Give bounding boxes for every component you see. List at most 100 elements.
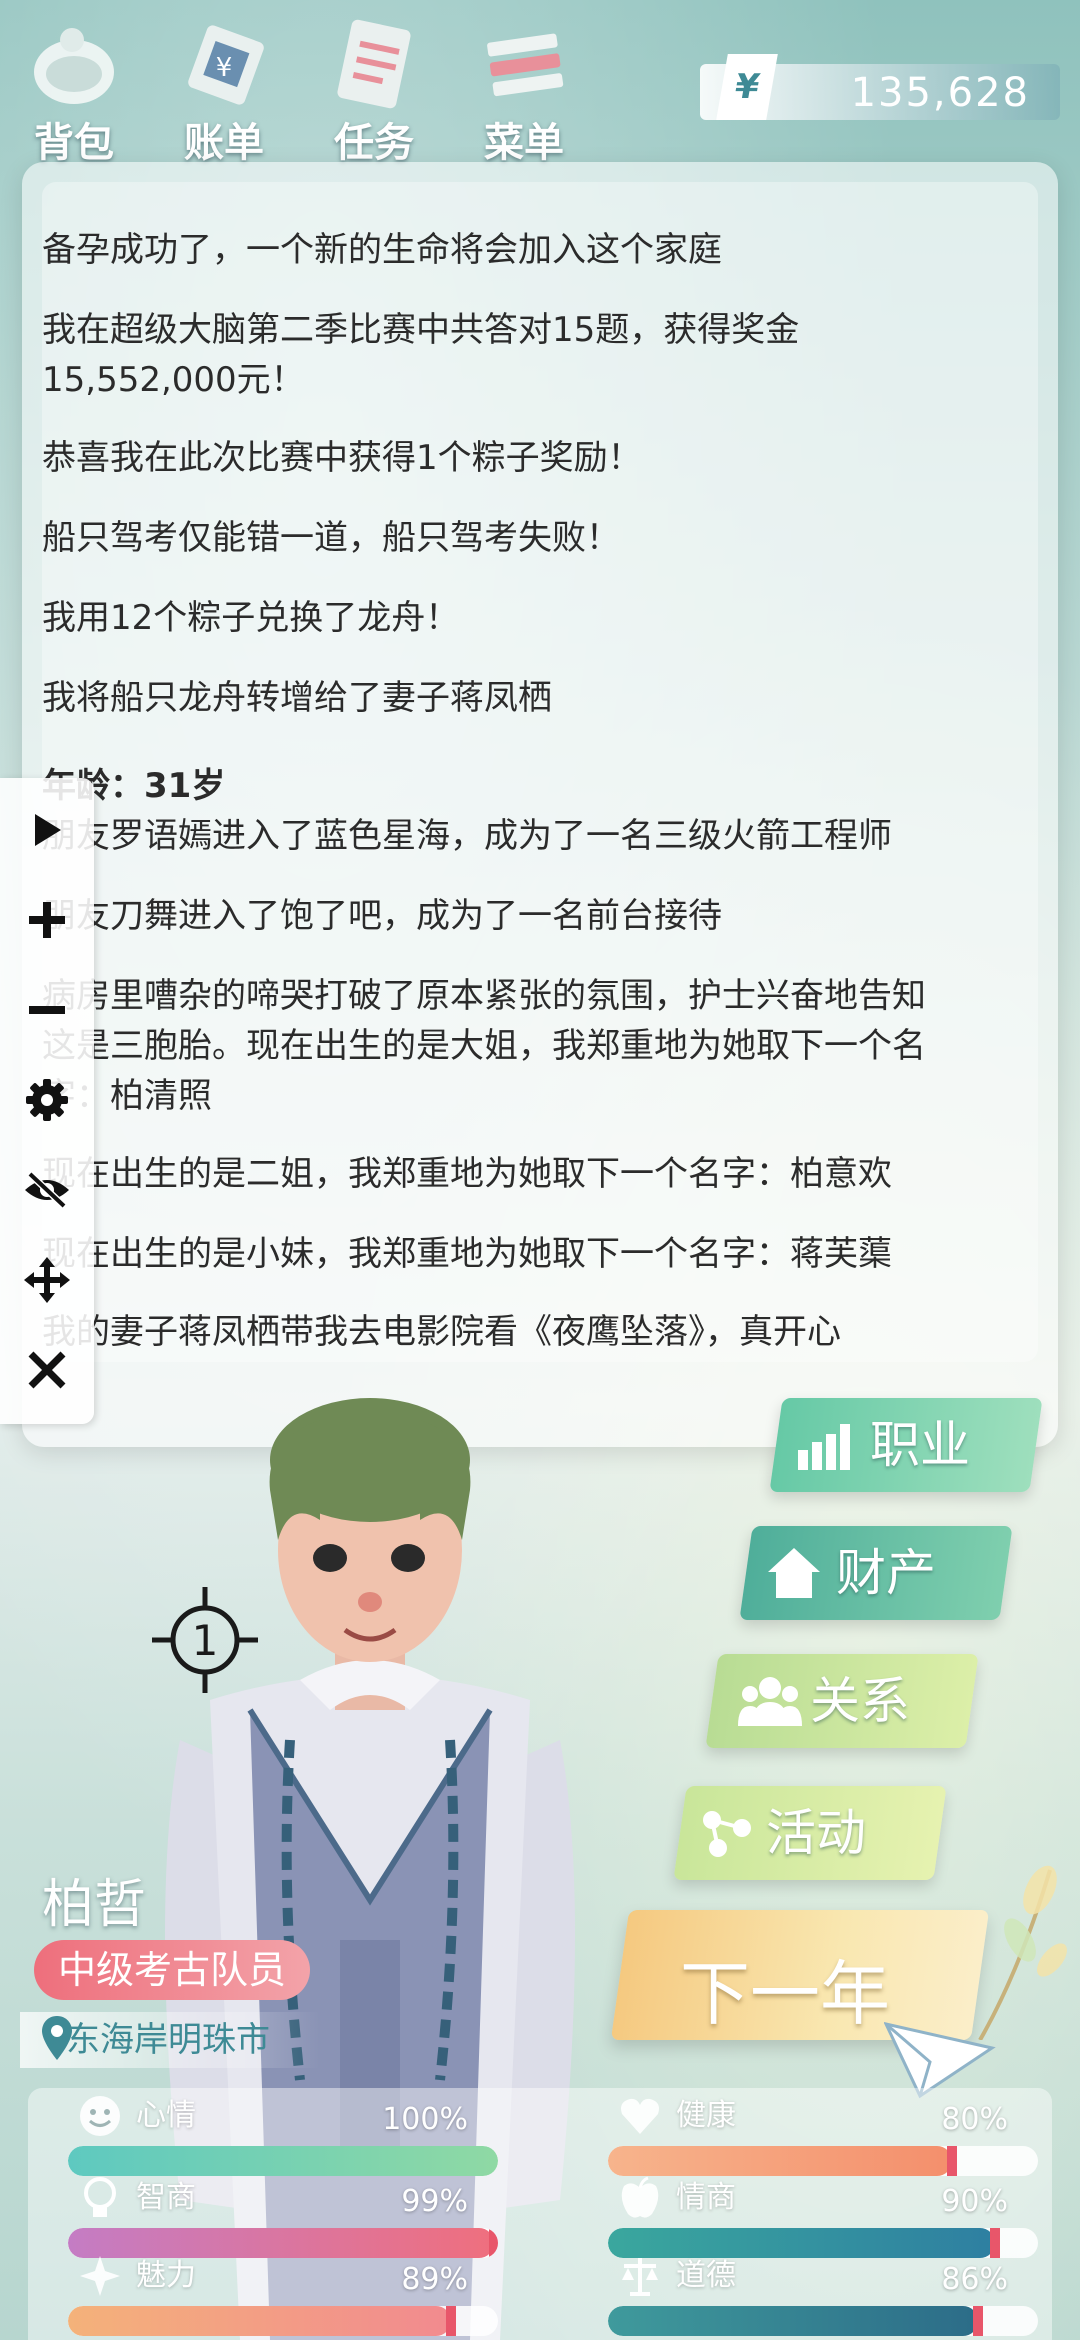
stat-morality-fill <box>608 2306 978 2336</box>
nav-menu-label: 菜单 <box>484 120 564 166</box>
stats-panel: 心情 100% 健康 80% 智商 99% 情商 90% 魅力 89% 道德 8… <box>28 2088 1052 2340</box>
bulb-icon <box>84 2177 116 2217</box>
assets-label: 财产 <box>836 1544 936 1602</box>
log-line: 我在超级大脑第二季比赛中共答对15题，获得奖金 <box>42 310 800 350</box>
people-icon <box>738 1677 802 1726</box>
top-nav: 背包 ¥ 账单 任务 菜单 ¥ 135,628 <box>0 0 1080 166</box>
floating-toolbar <box>0 778 94 1424</box>
leaf-decoration <box>978 1865 1067 2040</box>
stat-eq: 情商 90% <box>578 2176 1038 2258</box>
smile-icon <box>80 2096 120 2136</box>
career-label: 职业 <box>870 1416 970 1474</box>
nav-task-button[interactable]: 任务 <box>304 14 444 166</box>
play-icon <box>35 814 61 846</box>
nav-bag-label: 背包 <box>34 120 114 166</box>
money-display: ¥ 135,628 <box>700 54 1060 120</box>
stat-morality-name: 道德 <box>676 2258 736 2293</box>
activity-icon <box>703 1811 751 1857</box>
log-line: 朋友刀舞进入了饱了吧，成为了一名前台接待 <box>42 896 722 936</box>
log-line: 现在出生的是小妹，我郑重地为她取下一个名字：蒋芙蕖 <box>42 1234 892 1274</box>
stat-morality: 道德 86% <box>578 2254 1038 2336</box>
bill-icon: ¥ <box>188 25 264 105</box>
nav-menu-button[interactable]: 菜单 <box>454 14 594 166</box>
stat-eq-value: 90% <box>941 2184 1008 2219</box>
log-line: 朋友罗语嫣进入了蓝色星海，成为了一名三级火箭工程师 <box>42 816 892 856</box>
stat-eq-name: 情商 <box>676 2180 736 2215</box>
log-line: 我将船只龙舟转增给了妻子蒋凤栖 <box>42 678 552 718</box>
zoom-in-button[interactable] <box>17 890 77 950</box>
stat-charm: 魅力 89% <box>38 2254 498 2336</box>
stat-iq: 智商 99% <box>38 2176 498 2258</box>
sparkle-icon <box>80 2256 120 2296</box>
eye-off-icon <box>25 1171 69 1209</box>
settings-button[interactable] <box>17 1070 77 1130</box>
log-line: 这是三胞胎。现在出生的是大姐，我郑重地为她取下一个名 <box>42 1026 926 1066</box>
nav-task-label: 任务 <box>334 120 414 166</box>
bag-icon <box>34 28 114 104</box>
stat-mood-value: 100% <box>382 2102 468 2137</box>
log-line: 我的妻子蒋凤栖带我去电影院看《夜鹰坠落》，真开心 <box>42 1312 841 1352</box>
stat-charm-value: 89% <box>401 2262 468 2297</box>
stat-charm-name: 魅力 <box>136 2258 196 2293</box>
log-line: 我用12个粽子兑换了龙舟！ <box>42 598 460 638</box>
move-button[interactable] <box>17 1250 77 1310</box>
character-name: 柏哲 <box>42 1875 147 1935</box>
house-icon <box>768 1548 820 1598</box>
close-icon <box>28 1351 66 1389</box>
heart-icon <box>621 2098 659 2134</box>
stat-bar-marker <box>947 2146 957 2176</box>
crosshair-number: 1 <box>192 1616 219 1665</box>
activity-label: 活动 <box>766 1804 866 1862</box>
minus-icon <box>29 1006 65 1014</box>
apple-icon <box>621 2176 659 2218</box>
stat-health-name: 健康 <box>676 2098 736 2133</box>
age-value: 31岁 <box>144 766 226 806</box>
stat-iq-name: 智商 <box>136 2180 196 2215</box>
nav-bill-label: 账单 <box>184 120 264 166</box>
stat-mood-name: 心情 <box>136 2098 196 2133</box>
log-line: 备孕成功了，一个新的生命将会加入这个家庭 <box>42 230 722 270</box>
money-value: 135,628 <box>850 70 1030 116</box>
stat-morality-value: 86% <box>941 2262 1008 2297</box>
play-button[interactable] <box>17 800 77 860</box>
log-line: 船只驾考仅能错一道，船只驾考失败！ <box>42 518 620 558</box>
stat-mood: 心情 100% <box>38 2094 498 2176</box>
yen-icon: ¥ <box>716 54 778 120</box>
stat-bar-marker <box>488 2228 498 2258</box>
svg-text:¥: ¥ <box>216 53 233 83</box>
stat-mood-fill <box>68 2146 498 2176</box>
stat-charm-fill <box>68 2306 451 2336</box>
scale-icon <box>622 2258 658 2296</box>
career-chart-icon <box>798 1424 850 1470</box>
location-name: 东海岸明珠市 <box>66 2020 270 2060</box>
stat-iq-value: 99% <box>401 2184 468 2219</box>
move-icon <box>24 1257 70 1303</box>
zoom-out-button[interactable] <box>17 980 77 1040</box>
stat-charm-bar <box>68 2306 498 2336</box>
log-line: 现在出生的是二姐，我郑重地为她取下一个名字：柏意欢 <box>42 1154 892 1194</box>
menu-icon <box>487 33 564 97</box>
gear-icon <box>26 1079 68 1121</box>
stat-bar-marker <box>445 2306 456 2336</box>
nav-bag-button[interactable]: 背包 <box>4 14 144 166</box>
log-line: 恭喜我在此次比赛中获得1个粽子奖励！ <box>42 438 642 478</box>
stat-mood-bar <box>68 2146 498 2176</box>
hide-ui-button[interactable] <box>17 1160 77 1220</box>
next-year-label: 下一年 <box>680 1953 890 2035</box>
log-line: 15,552,000元！ <box>42 360 305 400</box>
nav-bill-button[interactable]: ¥ 账单 <box>154 14 294 166</box>
stat-health: 健康 80% <box>578 2094 1038 2176</box>
log-line: 字：柏清照 <box>42 1076 212 1116</box>
stat-bar-marker <box>972 2306 983 2336</box>
stat-health-value: 80% <box>941 2102 1008 2137</box>
log-line: 病房里嘈杂的啼哭打破了原本紧张的氛围，护士兴奋地告知 <box>42 976 926 1016</box>
stat-health-bar <box>608 2146 1038 2176</box>
stat-morality-bar <box>608 2306 1038 2336</box>
plus-icon <box>29 902 65 938</box>
stat-health-fill <box>608 2146 952 2176</box>
close-button[interactable] <box>17 1340 77 1400</box>
job-badge: 中级考古队员 <box>34 1940 311 2000</box>
task-icon <box>337 19 411 109</box>
crosshair-icon[interactable]: 1 <box>150 1585 260 1695</box>
relations-label: 关系 <box>810 1672 910 1730</box>
